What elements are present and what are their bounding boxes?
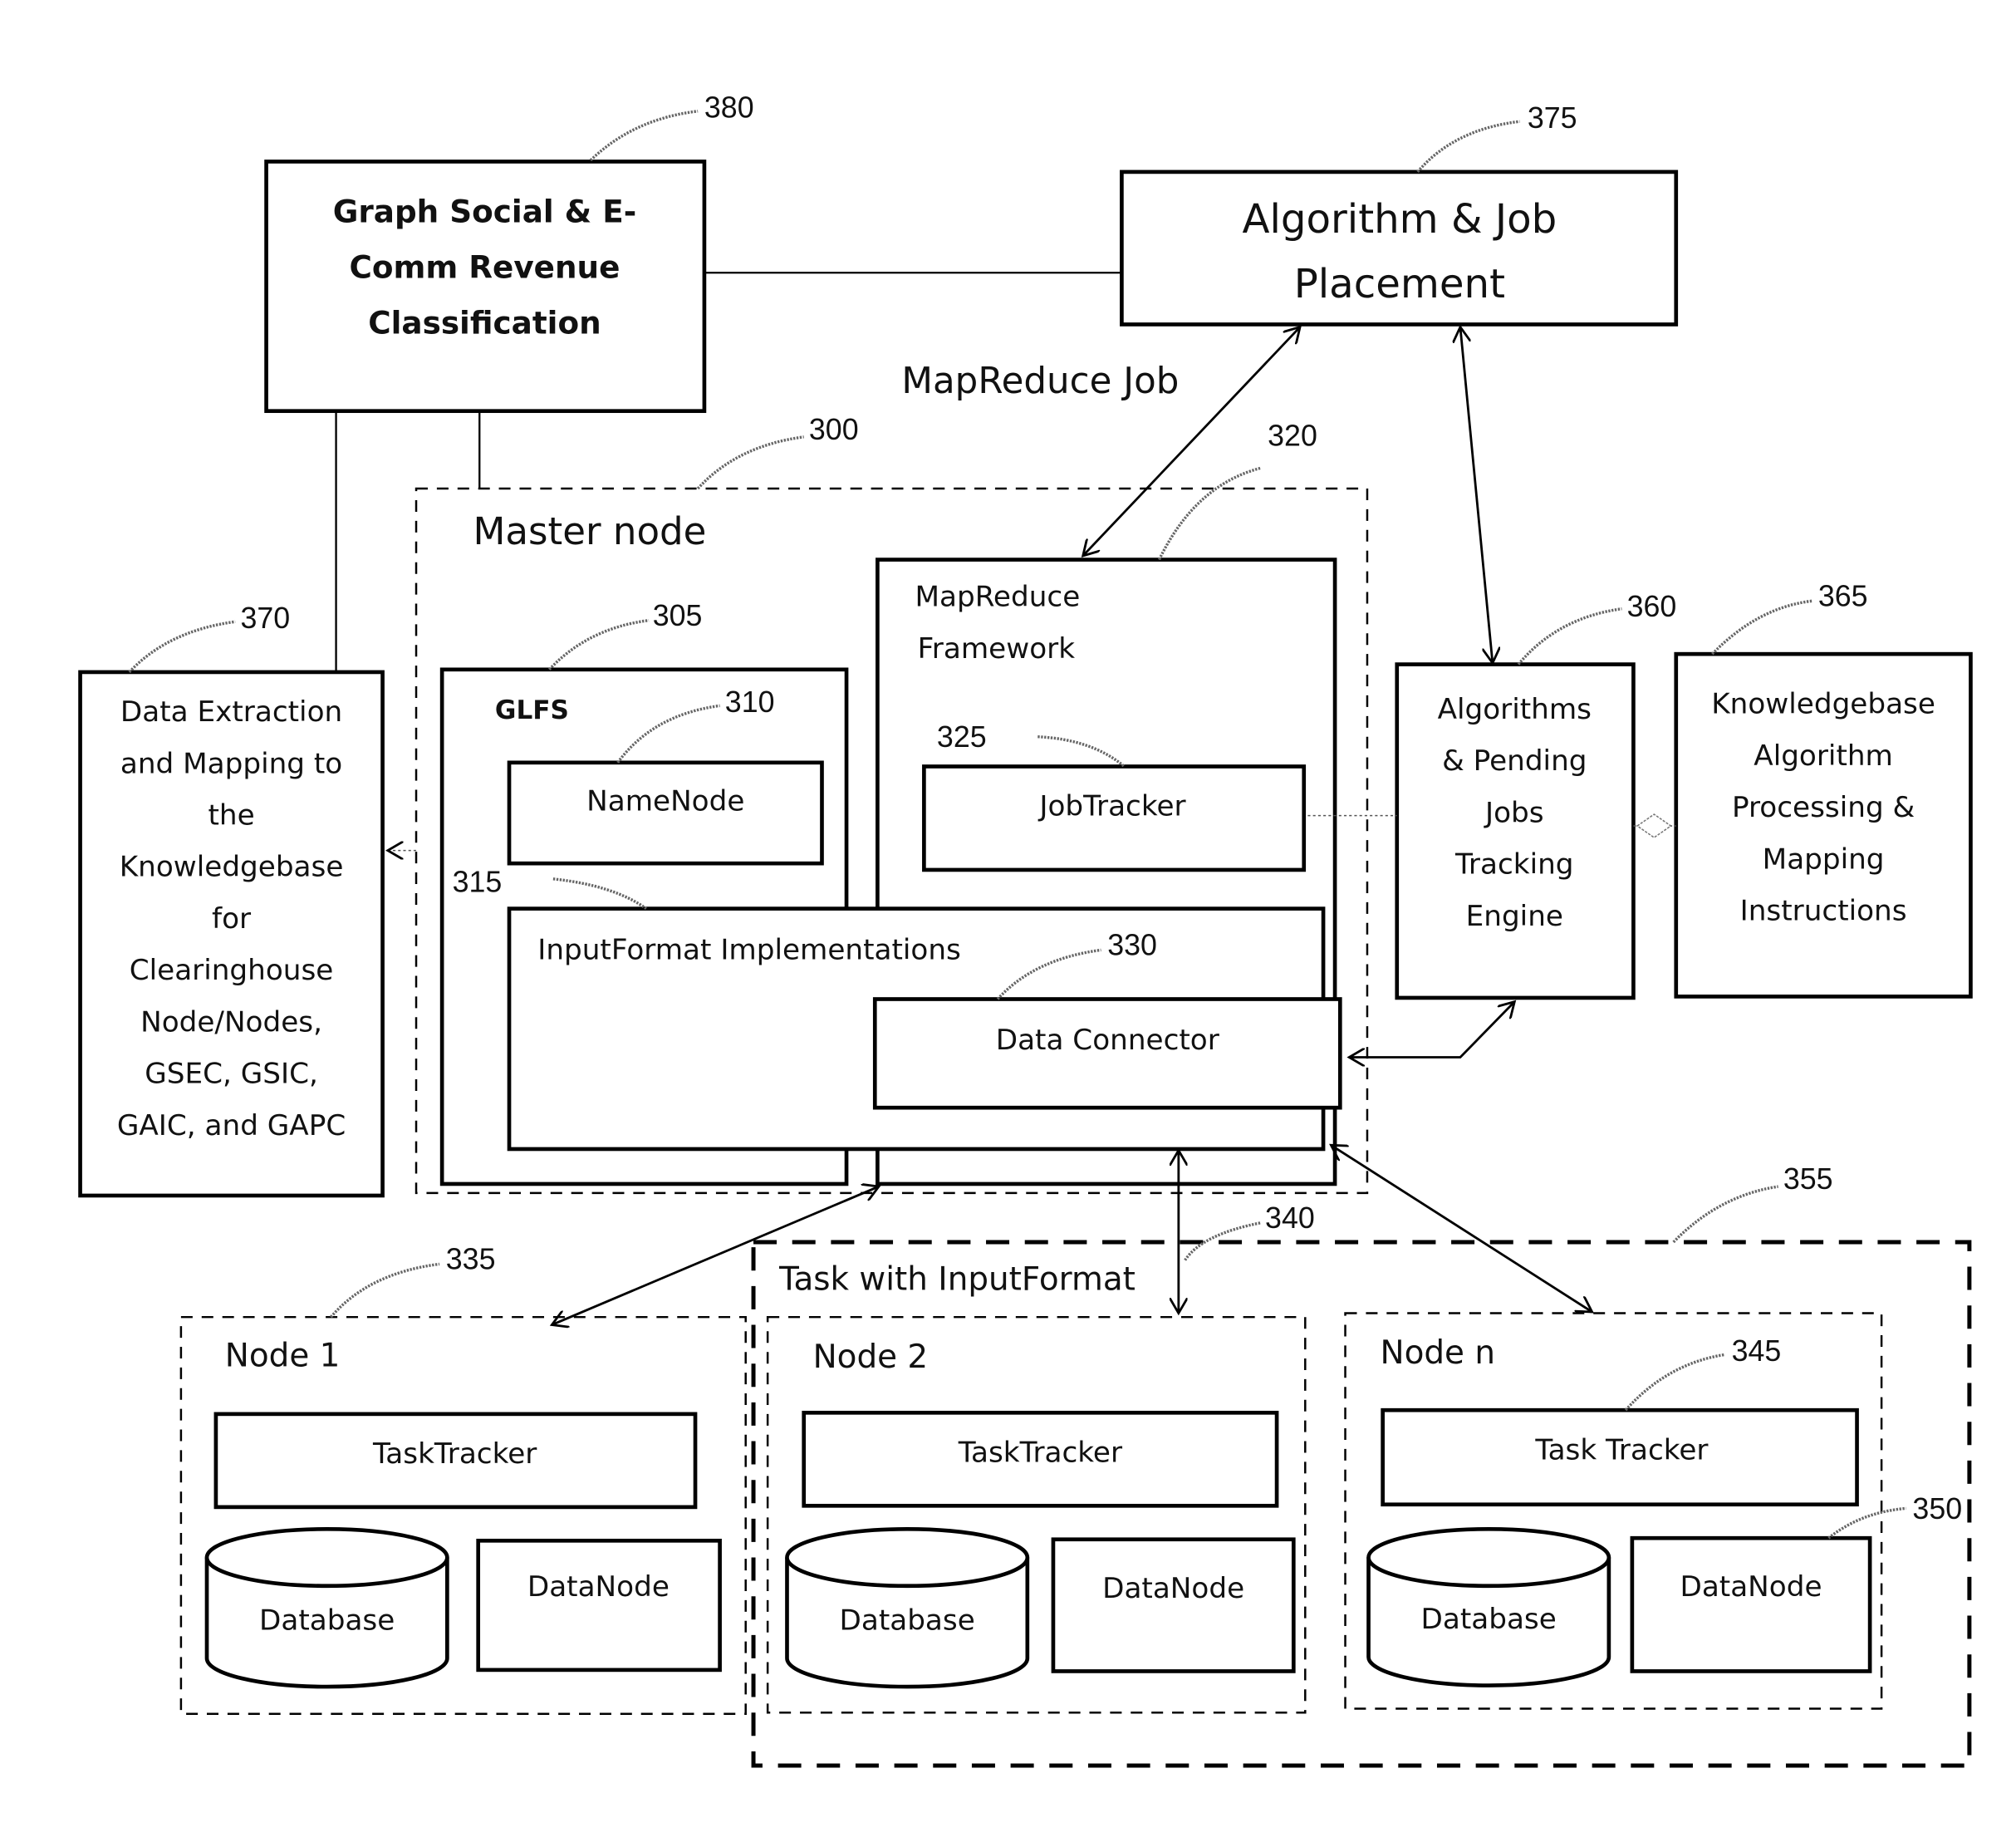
mapreduce-framework-line-1: MapReduce [915, 581, 1080, 614]
algorithms-pending-line-3: Jobs [1484, 796, 1544, 829]
ref-label-330: 330 [1107, 929, 1157, 962]
data-extraction-line-1: Data Extraction [120, 695, 342, 729]
node-2: Node 2 TaskTracker Database DataNode [766, 1315, 1307, 1714]
arrow-master-to-node1 [552, 1186, 879, 1324]
node-1: Node 1 335 TaskTracker Database DataNode [179, 1243, 747, 1716]
node-n-datanode-box [1630, 1535, 1872, 1673]
node-n-database-label: Database [1421, 1603, 1557, 1636]
knowledgebase-line-5: Instructions [1740, 895, 1907, 928]
data-extraction-block: Data Extraction and Mapping to the Knowl… [78, 602, 385, 1198]
ref-leader-380 [589, 110, 699, 162]
node-2-label: Node 2 [813, 1339, 929, 1376]
ref-label-350: 350 [1912, 1492, 1962, 1525]
ref-leader-365 [1711, 599, 1812, 656]
algorithm-job-placement-line-2: Placement [1294, 261, 1505, 307]
algorithms-pending-line-1: Algorithms [1438, 693, 1592, 726]
knowledgebase-line-1: Knowledgebase [1711, 688, 1935, 721]
arrow-tracking-to-data-connector [1349, 1002, 1514, 1058]
algorithms-pending-line-5: Engine [1466, 900, 1563, 933]
ref-label-335: 335 [446, 1243, 496, 1276]
mapreduce-architecture-diagram: Graph Social & E- Comm Revenue Classific… [78, 91, 1973, 1768]
ref-label-370: 370 [240, 602, 290, 635]
ref-label-355: 355 [1783, 1162, 1833, 1196]
ref-label-360: 360 [1627, 590, 1677, 623]
ref-label-310: 310 [725, 685, 775, 719]
ref-label-380: 380 [704, 91, 754, 125]
glfs-label: GLFS [495, 695, 569, 725]
data-extraction-line-2: and Mapping to [120, 747, 342, 780]
algorithms-pending-line-4: Tracking [1454, 848, 1573, 882]
ref-leader-360 [1517, 607, 1622, 666]
node-1-tasktracker-label: TaskTracker [372, 1437, 537, 1471]
data-extraction-line-7: Node/Nodes, [140, 1005, 322, 1039]
knowledgebase-line-3: Processing & [1732, 791, 1915, 824]
diamond-connector-icon [1636, 813, 1672, 838]
node-n-datanode-label: DataNode [1680, 1570, 1822, 1604]
data-extraction-line-6: Clearinghouse [130, 954, 334, 987]
ref-label-315: 315 [453, 865, 503, 898]
namenode-label: NameNode [586, 784, 744, 818]
algorithms-pending-block: Algorithms & Pending Jobs Tracking Engin… [1395, 590, 1677, 1000]
data-extraction-line-8: GSEC, GSIC, [145, 1058, 318, 1091]
ref-label-365: 365 [1818, 580, 1868, 613]
ref-label-305: 305 [653, 599, 703, 632]
ref-label-300: 300 [809, 413, 859, 446]
ref-leader-305 [548, 619, 650, 671]
knowledgebase-line-4: Mapping [1763, 842, 1885, 876]
node-2-datanode-box [1051, 1537, 1296, 1673]
ref-leader-320 [1157, 466, 1262, 561]
ref-leader-375 [1416, 120, 1520, 174]
jobtracker-label: JobTracker [1037, 790, 1186, 823]
node-2-database-label: Database [840, 1604, 975, 1638]
ref-leader-345 [1624, 1353, 1726, 1412]
node-1-datanode-box [476, 1538, 722, 1673]
data-connector-label: Data Connector [996, 1024, 1220, 1057]
task-group-label: Task with InputFormat [778, 1261, 1136, 1299]
data-extraction-line-9: GAIC, and GAPC [117, 1109, 346, 1142]
node-1-database-label: Database [259, 1604, 395, 1638]
node-n: Node n Task Tracker 345 Database DataNod… [1344, 1312, 1962, 1710]
node-1-label: Node 1 [225, 1337, 341, 1374]
ref-leader-350 [1827, 1506, 1906, 1540]
node-2-datanode-label: DataNode [1102, 1572, 1244, 1605]
inputformat-label: InputFormat Implementations [537, 933, 961, 966]
node-n-label: Node n [1381, 1334, 1495, 1372]
ref-leader-335 [330, 1262, 440, 1319]
graph-social-line-3: Classification [368, 304, 601, 341]
mapreduce-job-label: MapReduce Job [901, 361, 1179, 402]
ref-label-375: 375 [1528, 101, 1577, 135]
node-2-tasktracker-label: TaskTracker [958, 1436, 1123, 1469]
ref-label-320: 320 [1268, 420, 1317, 453]
ref-leader-370 [128, 620, 236, 674]
master-node-label: Master node [473, 509, 706, 553]
graph-social-line-1: Graph Social & E- [333, 194, 637, 230]
data-extraction-line-3: the [208, 798, 254, 832]
algorithms-pending-line-2: & Pending [1442, 744, 1587, 778]
ref-leader-355 [1672, 1185, 1778, 1244]
ref-label-340: 340 [1265, 1201, 1315, 1235]
arrow-placement-to-tracking-engine [1460, 327, 1493, 663]
knowledgebase-line-2: Algorithm [1754, 739, 1893, 773]
node-1-datanode-label: DataNode [527, 1570, 670, 1604]
algorithm-job-placement-line-1: Algorithm & Job [1242, 196, 1557, 243]
arrow-master-to-noden [1331, 1145, 1592, 1312]
ref-label-325: 325 [937, 720, 987, 754]
graph-social-line-2: Comm Revenue [349, 248, 620, 285]
graph-social-block: Graph Social & E- Comm Revenue Classific… [264, 91, 754, 414]
data-extraction-line-4: Knowledgebase [120, 851, 344, 884]
node-n-tasktracker-label: Task Tracker [1534, 1433, 1709, 1466]
ref-leader-300 [696, 435, 804, 490]
algorithm-job-placement-block: Algorithm & Job Placement 375 [1120, 101, 1679, 327]
mapreduce-framework-line-2: Framework [918, 632, 1076, 666]
data-extraction-line-5: for [212, 902, 252, 936]
knowledgebase-block: Knowledgebase Algorithm Processing & Map… [1674, 580, 1973, 999]
ref-label-345: 345 [1732, 1334, 1782, 1368]
